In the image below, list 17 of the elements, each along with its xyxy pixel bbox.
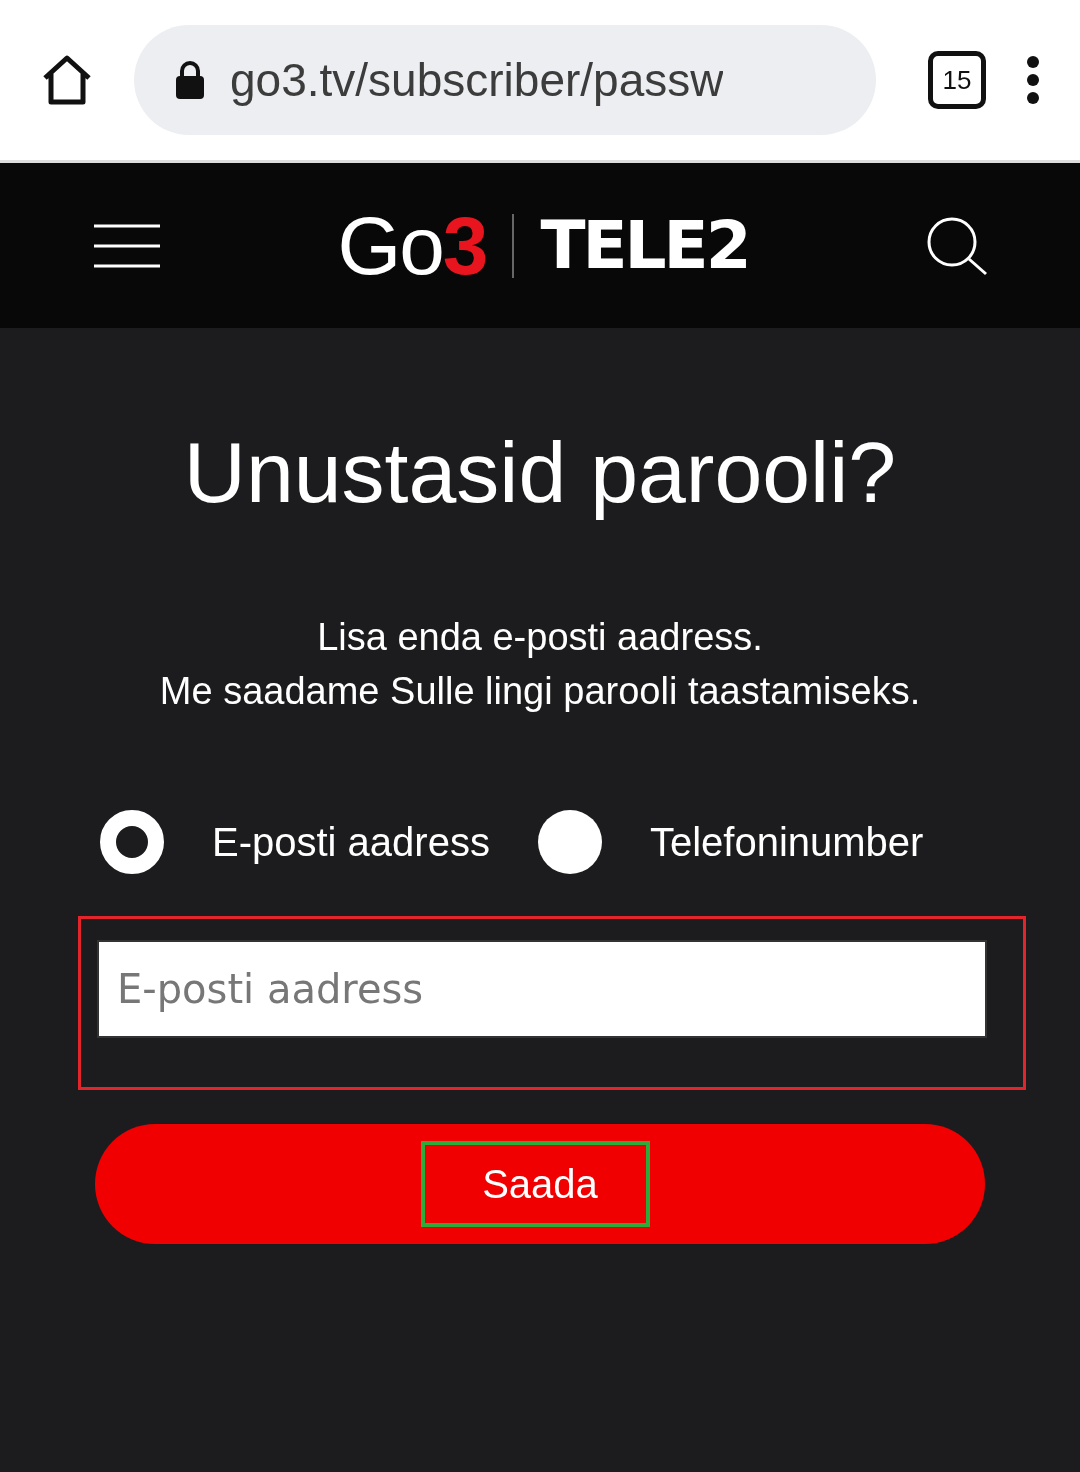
partner-logo: TELE2 [540,207,749,284]
description-text: Lisa enda e-posti aadress. [316,615,764,660]
radio-button[interactable] [100,810,164,874]
email-field[interactable]: E-posti aadress [97,940,987,1038]
search-icon[interactable] [926,215,988,276]
menu-icon[interactable] [94,223,160,268]
page-title: Unustasid parooli? [183,423,897,522]
more-icon[interactable] [1026,56,1040,104]
submit-button[interactable]: Saada [95,1124,985,1244]
description-text: Me saadame Sulle lingi parooli taastamiseks. [159,669,921,714]
tab-count-button[interactable]: 15 [928,51,986,109]
address-bar[interactable]: go3.tv/subscriber/passw [134,25,876,135]
lock-icon [174,60,206,100]
logo[interactable]: Go3 [337,198,487,293]
radio-label[interactable]: E-posti aadress [212,819,490,865]
url-text: go3.tv/subscriber/passw [230,53,724,107]
radio-label[interactable]: Telefoninumber [649,819,924,865]
